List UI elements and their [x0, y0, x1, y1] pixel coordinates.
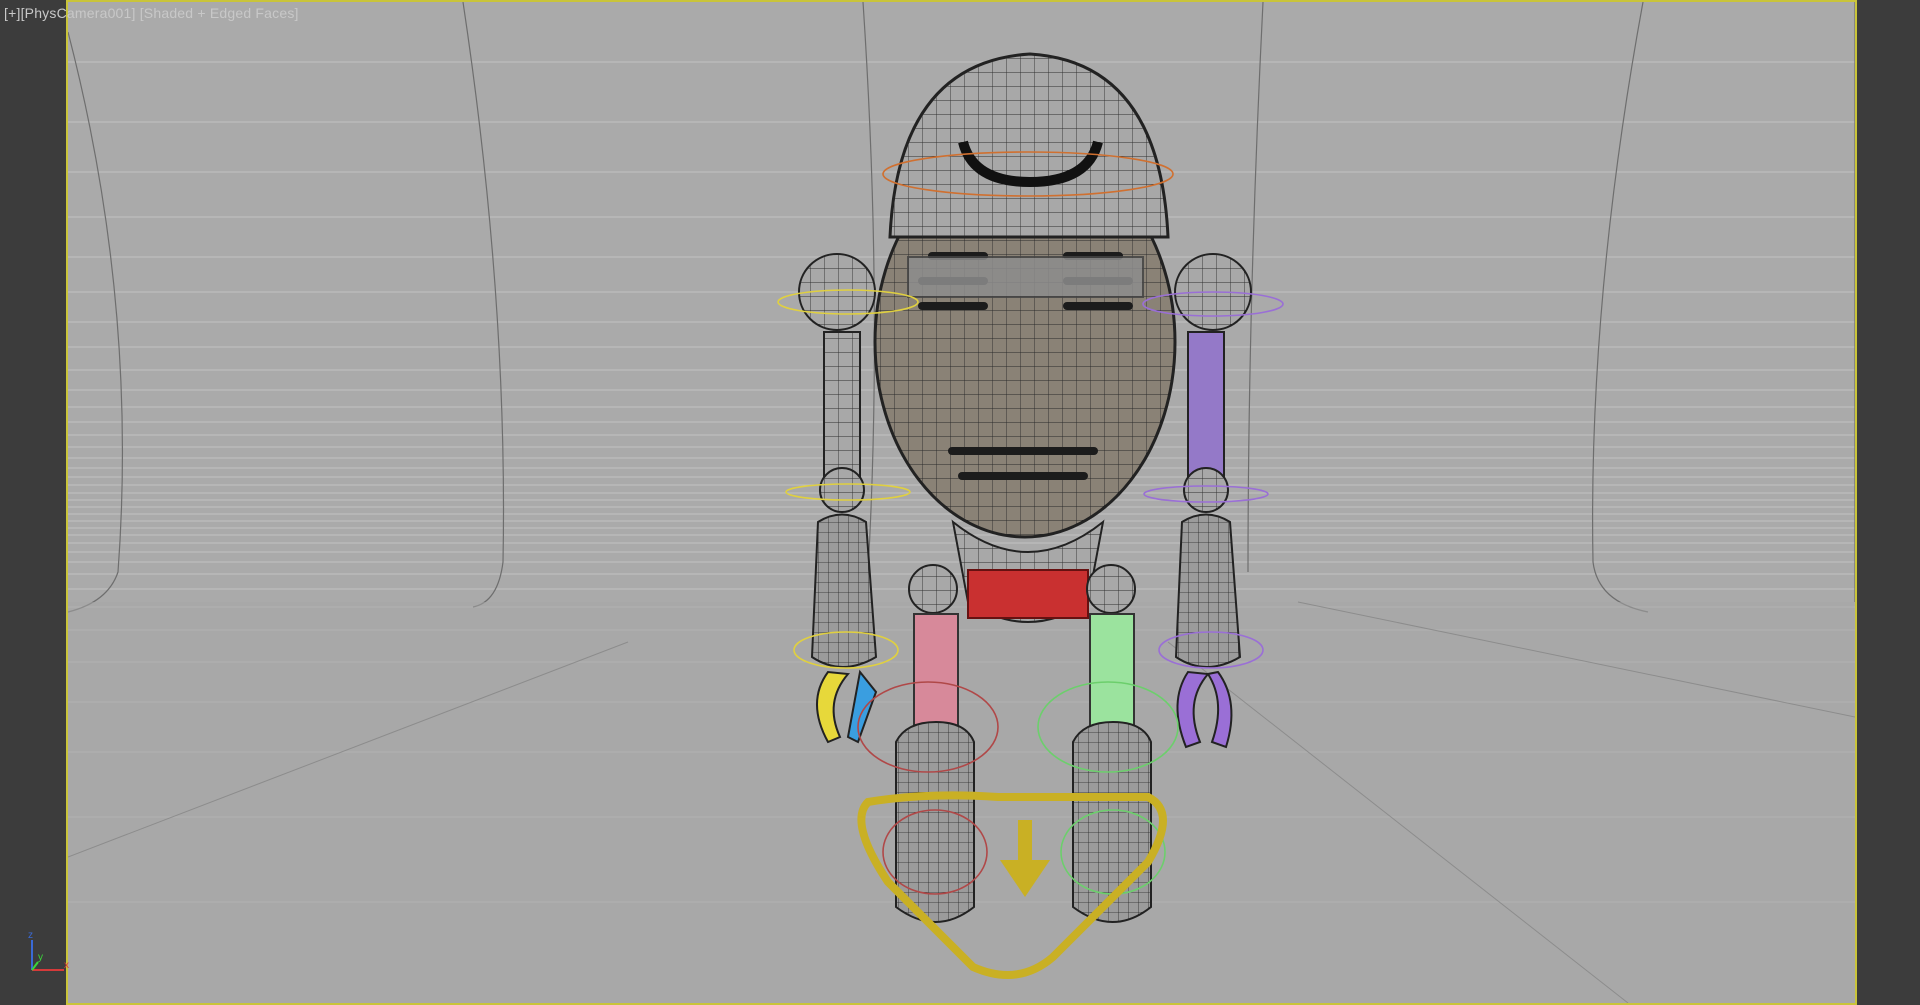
- right-hip-joint: [1086, 564, 1136, 614]
- chest-panel: [907, 256, 1144, 298]
- right-forearm[interactable]: [1174, 513, 1242, 668]
- axis-gizmo: z x y: [28, 930, 69, 971]
- right-ui-strip: [1857, 0, 1920, 1005]
- right-shin[interactable]: [1072, 720, 1152, 923]
- left-forearm[interactable]: [810, 513, 878, 668]
- viewport-shading-menu[interactable]: [Shaded + Edged Faces]: [140, 5, 299, 21]
- right-thigh[interactable]: [1089, 613, 1135, 737]
- left-upper-arm[interactable]: [823, 331, 861, 483]
- viewport-canvas[interactable]: [68, 2, 1855, 1003]
- viewport-camera-menu[interactable]: [PhysCamera001]: [21, 5, 136, 21]
- right-upper-arm[interactable]: [1187, 331, 1225, 483]
- axis-y-label: y: [38, 952, 43, 963]
- left-elbow: [819, 467, 865, 513]
- axis-z-label: z: [28, 930, 33, 941]
- right-elbow: [1183, 467, 1229, 513]
- left-hip-joint: [908, 564, 958, 614]
- viewport-label: [+][PhysCamera001] [Shaded + Edged Faces…: [4, 5, 299, 21]
- hip-block[interactable]: [967, 569, 1089, 619]
- perspective-viewport[interactable]: [66, 0, 1857, 1005]
- left-thigh[interactable]: [913, 613, 959, 737]
- viewport-menu-plus[interactable]: [+]: [4, 5, 21, 21]
- left-ui-strip: [0, 0, 66, 1005]
- left-shin[interactable]: [895, 720, 975, 923]
- axis-x-label: x: [64, 960, 69, 971]
